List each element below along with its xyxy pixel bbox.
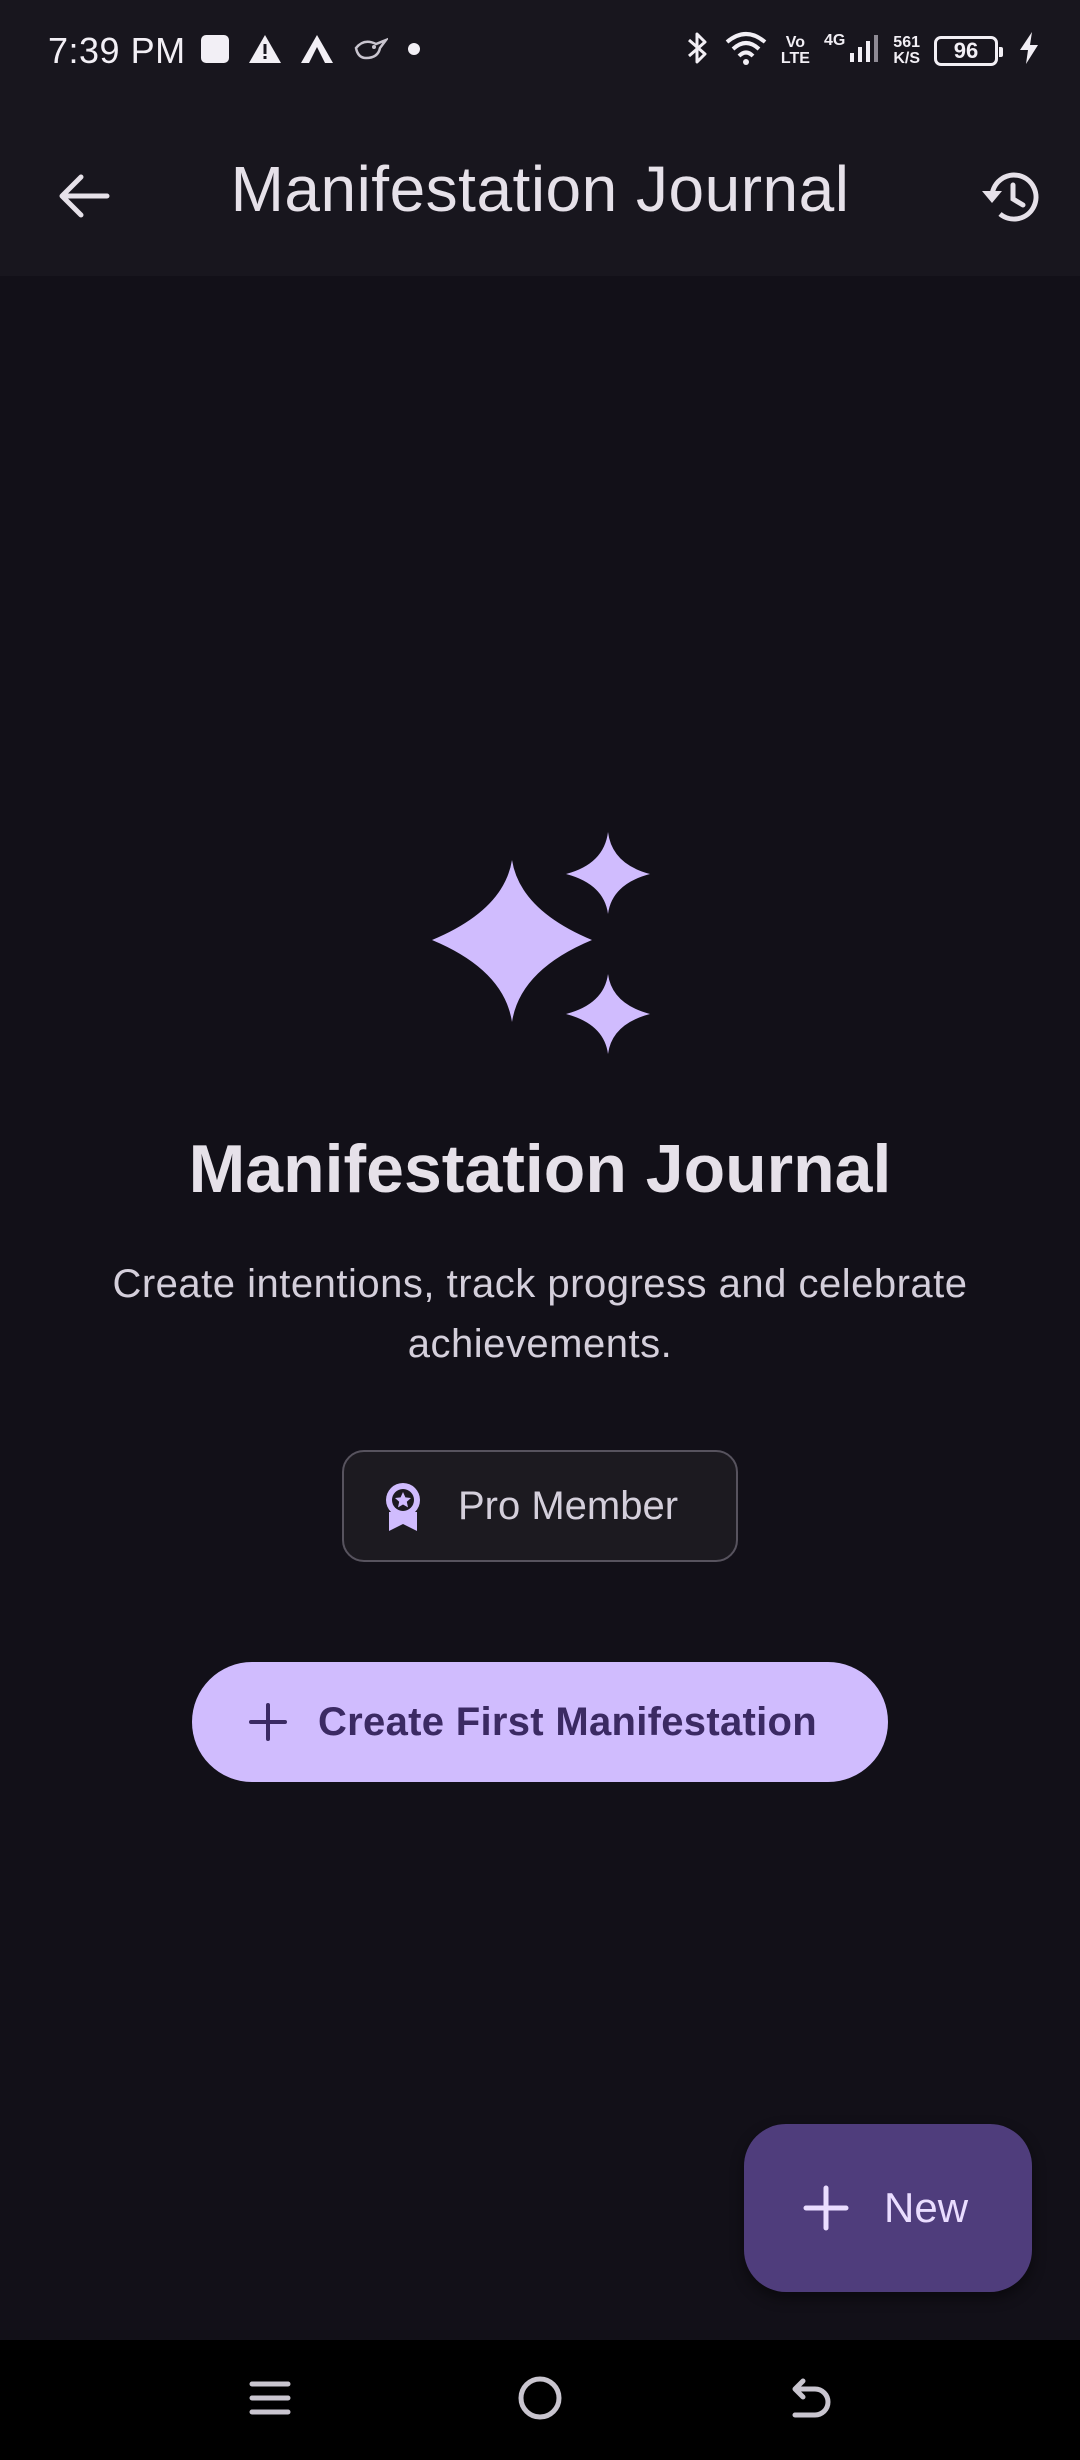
history-button[interactable]: [966, 154, 1056, 244]
wifi-icon: [725, 31, 767, 70]
home-icon: [517, 2375, 563, 2426]
menu-icon: [248, 2378, 292, 2423]
sparkles-icon: [428, 828, 652, 1058]
screen: 7:39 PM Vo LTE 4G 561 K/S 96 Manifestati…: [0, 0, 1080, 2460]
plus-icon: [246, 1700, 290, 1744]
empty-state-subtitle: Create intentions, track progress and ce…: [112, 1262, 968, 1366]
empty-state-title: Manifestation Journal: [188, 1131, 892, 1207]
status-notification-icons: [200, 34, 422, 69]
create-first-manifestation-button[interactable]: Create First Manifestation: [192, 1662, 888, 1782]
fab-label: New: [884, 2184, 969, 2231]
warning-icon: [248, 34, 282, 69]
new-manifestation-fab[interactable]: New: [744, 2124, 1032, 2292]
history-icon: [978, 167, 1044, 232]
volte-top: Vo: [785, 33, 806, 51]
plus-icon: [802, 2184, 850, 2232]
charging-icon: [1018, 31, 1040, 70]
signal-icon: [849, 33, 879, 68]
system-nav-bar: [0, 2340, 1080, 2460]
square-notification-icon: [200, 34, 230, 69]
battery-icon: 96: [934, 35, 1003, 66]
dot-icon: [406, 41, 422, 62]
cell-type: 4G: [823, 32, 846, 49]
bluetooth-icon: [685, 30, 711, 71]
recents-button[interactable]: [238, 2368, 302, 2432]
speed-indicator: 561 K/S: [893, 33, 920, 67]
create-first-manifestation-label: Create First Manifestation: [318, 1699, 818, 1744]
app-bar: Manifestation Journal: [0, 108, 1080, 276]
volte-bottom: LTE: [780, 49, 810, 67]
back-nav-icon: [787, 2375, 833, 2426]
status-bar: 7:39 PM Vo LTE 4G 561 K/S 96: [0, 0, 1080, 108]
bird-icon: [352, 34, 390, 69]
speed-unit: K/S: [893, 49, 920, 67]
award-icon: [380, 1478, 426, 1534]
volte-indicator: Vo LTE: [780, 33, 810, 67]
home-button[interactable]: [508, 2368, 572, 2432]
signal-indicator: 4G: [824, 33, 879, 68]
battery-level: 96: [953, 37, 979, 63]
pro-member-label: Pro Member: [458, 1483, 679, 1528]
status-system-icons: Vo LTE 4G 561 K/S 96: [685, 30, 1040, 71]
pro-member-chip[interactable]: Pro Member: [342, 1450, 738, 1562]
page-title: Manifestation Journal: [230, 153, 850, 225]
back-nav-button[interactable]: [778, 2368, 842, 2432]
status-time: 7:39 PM: [48, 30, 186, 71]
app-a-icon: [300, 34, 334, 69]
speed-value: 561: [893, 33, 920, 51]
